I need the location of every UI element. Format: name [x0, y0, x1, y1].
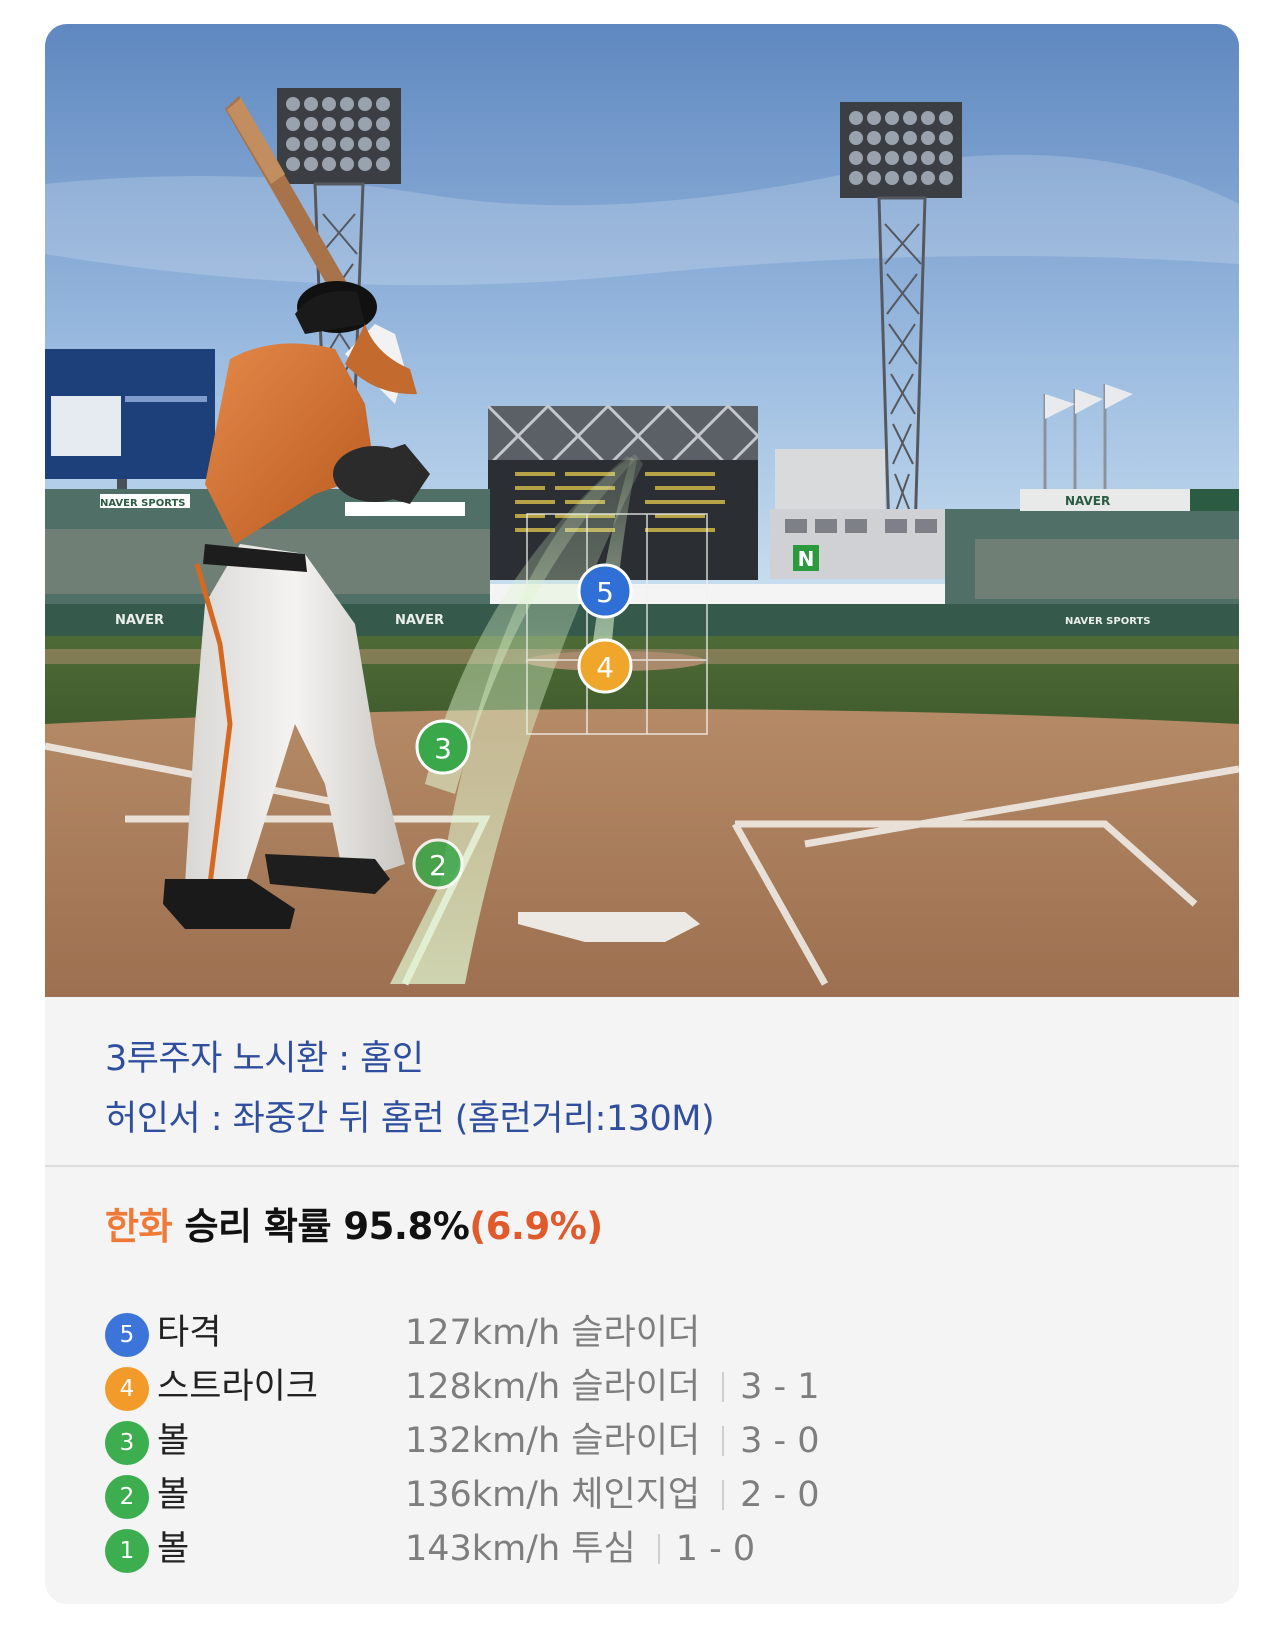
pitch-speed: 128km/h	[405, 1367, 561, 1407]
pitch-speed: 136km/h	[405, 1475, 561, 1515]
pitch-result: 볼	[157, 1421, 190, 1461]
pitch-row[interactable]: 2 볼 136km/h 체인지업 2 - 0	[105, 1468, 1105, 1522]
pitch-count: 3 - 0	[740, 1421, 820, 1461]
pitch-marker-3-label: 3	[434, 732, 452, 765]
pitch-marker-5-label: 5	[596, 576, 614, 609]
play-events: 3루주자 노시환 : 홈인 허인서 : 좌중간 뒤 홈런 (홈런거리:130M)	[105, 1029, 715, 1149]
pitch-result: 타격	[157, 1313, 222, 1353]
billboard-1: NAVER	[115, 613, 164, 628]
pitch-marker-3[interactable]: 3	[415, 719, 471, 775]
pitch-type: 슬라이더	[571, 1421, 701, 1461]
pitch-number-badge: 1	[105, 1529, 149, 1573]
win-probability-change: (6.9%)	[469, 1205, 603, 1248]
pitch-list: 5 타격 127km/h 슬라이더 4 스트라이크 128km/h 슬라이더 3 …	[105, 1306, 1105, 1576]
pitch-type: 체인지업	[571, 1475, 701, 1515]
pitch-row[interactable]: 1 볼 143km/h 투심 1 - 0	[105, 1522, 1105, 1576]
win-probability: 한화 승리 확률 95.8%(6.9%)	[105, 1196, 603, 1250]
pitch-card: N NAVER NAVER SPORTS NAVER NAVER SPORTS	[45, 24, 1239, 1604]
pitch-row[interactable]: 3 볼 132km/h 슬라이더 3 - 0	[105, 1414, 1105, 1468]
pitch-detail: 143km/h 투심 1 - 0	[405, 1522, 755, 1576]
pitch-type: 슬라이더	[571, 1313, 701, 1353]
win-probability-value: 95.8%	[343, 1205, 470, 1248]
pitch-speed: 127km/h	[405, 1313, 561, 1353]
win-probability-label: 승리 확률	[172, 1205, 344, 1248]
pitch-row[interactable]: 5 타격 127km/h 슬라이더	[105, 1306, 1105, 1360]
pitch-result: 볼	[157, 1529, 190, 1569]
pitch-type: 투심	[571, 1529, 636, 1569]
pitch-count: 1 - 0	[675, 1529, 756, 1569]
pitch-scene: N NAVER NAVER SPORTS NAVER NAVER SPORTS	[45, 24, 1239, 997]
separator	[722, 1480, 725, 1510]
pitch-count: 3 - 1	[740, 1367, 820, 1407]
billboard-3: NAVER	[395, 613, 444, 628]
billboard-5: NAVER	[1065, 494, 1110, 508]
event-home-run: 허인서 : 좌중간 뒤 홈런 (홈런거리:130M)	[105, 1099, 715, 1139]
pitch-marker-4[interactable]: 4	[577, 638, 633, 694]
billboard-2: NAVER SPORTS	[100, 498, 186, 509]
pitch-number-badge: 4	[105, 1367, 149, 1411]
pitch-count: 2 - 0	[740, 1475, 820, 1515]
pitch-type: 슬라이더	[571, 1367, 701, 1407]
pitch-detail: 132km/h 슬라이더 3 - 0	[405, 1414, 820, 1468]
pitch-speed: 132km/h	[405, 1421, 561, 1461]
separator	[722, 1372, 725, 1402]
pitch-result: 볼	[157, 1475, 190, 1515]
pitch-number-badge: 2	[105, 1475, 149, 1519]
divider	[45, 1165, 1239, 1167]
pitch-detail: 128km/h 슬라이더 3 - 1	[405, 1360, 820, 1414]
pitch-marker-4-label: 4	[596, 651, 614, 684]
separator	[657, 1534, 660, 1564]
billboard-4: NAVER SPORTS	[1065, 616, 1151, 627]
separator	[722, 1426, 725, 1456]
pitch-detail: 127km/h 슬라이더	[405, 1306, 700, 1360]
pitch-speed: 143km/h	[405, 1529, 561, 1569]
pitch-row[interactable]: 4 스트라이크 128km/h 슬라이더 3 - 1	[105, 1360, 1105, 1414]
pitch-number-badge: 5	[105, 1313, 149, 1357]
win-probability-team: 한화	[105, 1205, 173, 1248]
scoreboard-badge: N	[798, 547, 815, 571]
event-runner-home: 3루주자 노시환 : 홈인	[105, 1039, 424, 1079]
pitch-marker-2-label: 2	[429, 849, 447, 882]
pitch-marker-2[interactable]: 2	[412, 838, 464, 890]
pitch-result: 스트라이크	[157, 1367, 319, 1407]
pitch-detail: 136km/h 체인지업 2 - 0	[405, 1468, 820, 1522]
pitch-number-badge: 3	[105, 1421, 149, 1465]
pitch-marker-5[interactable]: 5	[577, 563, 633, 619]
